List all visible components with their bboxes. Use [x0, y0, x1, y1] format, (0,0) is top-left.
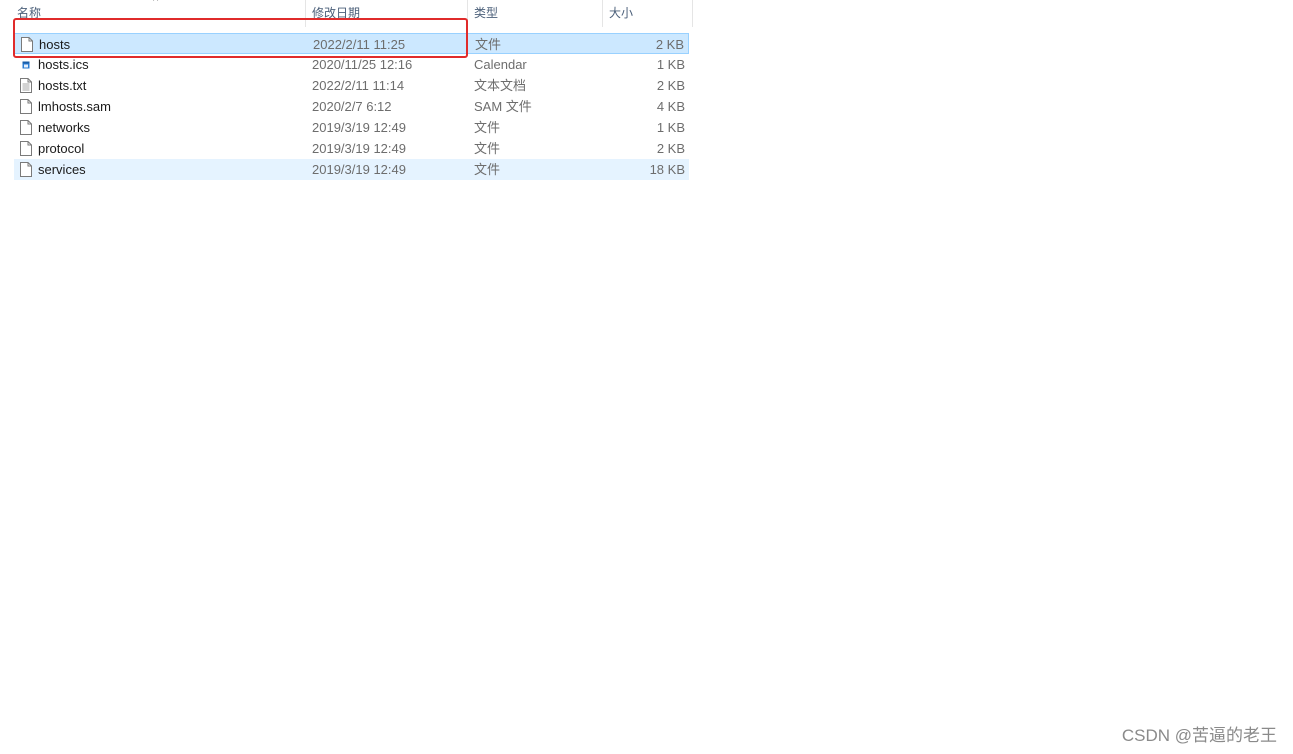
- file-date: 2020/2/7 6:12: [312, 99, 392, 114]
- file-type: 文件: [474, 141, 501, 156]
- file-date: 2019/3/19 12:49: [312, 162, 406, 177]
- file-date: 2019/3/19 12:49: [312, 141, 406, 156]
- column-header-type[interactable]: 类型: [468, 0, 602, 27]
- file-type: 文件: [474, 120, 501, 135]
- blank-file-icon: [20, 99, 32, 114]
- file-type: 文件: [474, 162, 501, 177]
- file-row-services[interactable]: services 2019/3/19 12:49 文件 18 KB: [14, 159, 689, 180]
- text-file-icon: [20, 78, 32, 93]
- file-row-hosts-txt[interactable]: hosts.txt 2022/2/11 11:14 文本文档 2 KB: [14, 75, 689, 96]
- file-date: 2020/11/25 12:16: [312, 57, 413, 72]
- column-header-date[interactable]: 修改日期: [306, 0, 468, 27]
- file-size: 2 KB: [656, 78, 685, 93]
- file-type: Calendar: [474, 57, 527, 72]
- sort-ascending-icon: ^: [153, 0, 159, 7]
- file-type: SAM 文件: [474, 99, 532, 114]
- calendar-file-icon: [20, 57, 32, 72]
- file-row-hosts[interactable]: hosts 2022/2/11 11:25 文件 2 KB: [14, 33, 689, 54]
- file-row-protocol[interactable]: protocol 2019/3/19 12:49 文件 2 KB: [14, 138, 689, 159]
- blank-file-icon: [20, 120, 32, 135]
- file-size: 1 KB: [656, 120, 685, 135]
- file-name: hosts: [39, 37, 71, 52]
- file-explorer: 名称 ^ 修改日期 类型 大小 hosts 2022/2/11 11:25 文件…: [0, 0, 1293, 754]
- file-row-hosts-ics[interactable]: hosts.ics 2020/11/25 12:16 Calendar 1 KB: [14, 54, 689, 75]
- file-name: protocol: [38, 141, 85, 156]
- file-date: 2022/2/11 11:25: [313, 37, 406, 52]
- file-date: 2019/3/19 12:49: [312, 120, 406, 135]
- column-header: 名称 ^ 修改日期 类型 大小: [0, 0, 693, 27]
- file-size: 1 KB: [656, 57, 685, 72]
- file-type: 文件: [475, 37, 502, 52]
- file-name: hosts.ics: [38, 57, 89, 72]
- file-name: networks: [38, 120, 91, 135]
- column-divider[interactable]: [692, 0, 693, 27]
- file-row-lmhosts-sam[interactable]: lmhosts.sam 2020/2/7 6:12 SAM 文件 4 KB: [14, 96, 689, 117]
- file-size: 2 KB: [655, 37, 684, 52]
- blank-file-icon: [20, 141, 32, 156]
- file-type: 文本文档: [474, 78, 527, 93]
- file-size: 18 KB: [649, 162, 685, 177]
- file-name: hosts.txt: [38, 78, 87, 93]
- file-size: 4 KB: [656, 99, 685, 114]
- file-row-networks[interactable]: networks 2019/3/19 12:49 文件 1 KB: [14, 117, 689, 138]
- file-name: lmhosts.sam: [38, 99, 111, 114]
- column-header-size[interactable]: 大小: [603, 0, 693, 27]
- blank-file-icon: [20, 162, 32, 177]
- blank-file-icon: [21, 37, 33, 52]
- file-size: 2 KB: [656, 141, 685, 156]
- file-date: 2022/2/11 11:14: [312, 78, 405, 93]
- file-name: services: [38, 162, 86, 177]
- watermark: CSDN @苦逼的老王: [1121, 726, 1277, 745]
